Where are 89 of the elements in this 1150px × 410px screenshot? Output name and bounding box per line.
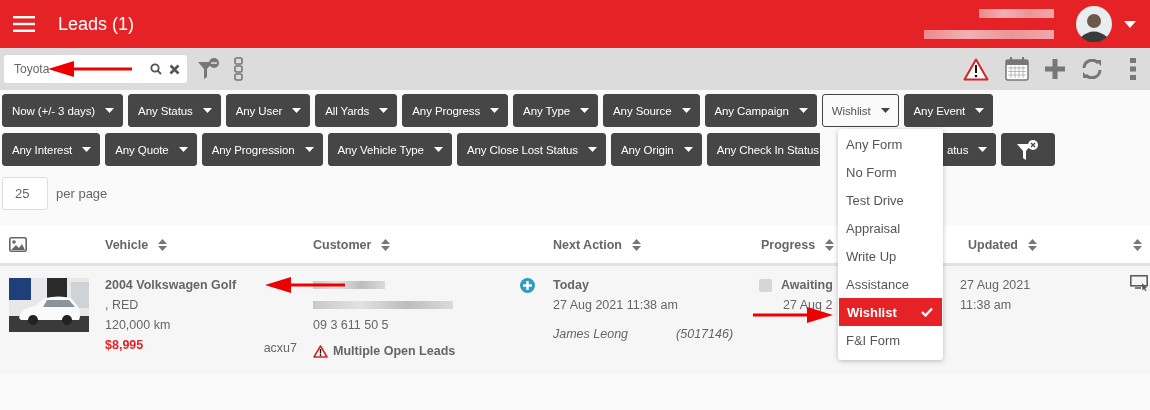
dropdown-option[interactable]: Test Drive	[838, 186, 943, 214]
page-size-label: per page	[56, 186, 108, 201]
caret-icon	[490, 108, 500, 113]
search-icon[interactable]	[150, 63, 162, 75]
column-header[interactable]: Vehicle	[105, 237, 168, 252]
caret-icon	[798, 108, 808, 113]
caret-icon	[433, 147, 443, 152]
column-header[interactable]: Next Action	[553, 237, 641, 252]
filter-dropdown[interactable]: Any Vehicle Type	[327, 133, 452, 166]
page-title: Leads (1)	[58, 13, 135, 35]
filter-dropdown[interactable]: Any Progression	[201, 133, 323, 166]
caret-icon	[202, 108, 212, 113]
column-header[interactable]: Updated	[968, 237, 1037, 252]
vehicle-color: , RED	[105, 297, 139, 314]
filter-dropdown[interactable]: Any Close Lost Status	[456, 133, 606, 166]
caret-icon	[681, 108, 691, 113]
checkbox[interactable]	[759, 278, 772, 292]
assigned-user: James Leong	[553, 326, 629, 343]
sort-icon	[632, 238, 641, 251]
customer-phone: 09 3 611 50 5	[313, 317, 389, 334]
monitor-icon[interactable]	[1130, 275, 1148, 291]
filter-dropdown[interactable]: All Yards	[315, 94, 398, 127]
filter-dropdown[interactable]: Any Interest	[2, 133, 101, 166]
filter-dropdown[interactable]: Any Status	[128, 94, 221, 127]
updated-time: 11:38 am	[960, 297, 1012, 314]
dropdown-option[interactable]: Appraisal	[838, 214, 943, 242]
add-icon[interactable]	[520, 278, 535, 293]
sort-icon	[381, 238, 391, 251]
caret-icon	[683, 147, 693, 152]
vehicle-price: $8,995	[105, 337, 144, 354]
sort-icon	[825, 238, 835, 251]
warning-icon[interactable]	[963, 57, 989, 81]
menu-icon[interactable]	[13, 16, 35, 32]
refresh-icon[interactable]	[1081, 59, 1103, 79]
filter-dropdown[interactable]: Any Event	[903, 94, 994, 127]
filter-dropdown[interactable]: Any Check In Status	[706, 133, 820, 166]
filter-dropdown[interactable]: Any Source	[603, 94, 700, 127]
image-icon	[9, 237, 27, 252]
avatar[interactable]	[1076, 6, 1112, 42]
dropdown-option[interactable]: F&I Form	[838, 326, 943, 354]
filter-clear-icon	[1016, 138, 1041, 161]
warning-text: Multiple Open Leads	[333, 343, 456, 360]
column-header[interactable]: Progress	[761, 237, 835, 252]
filter-dropdown[interactable]: Any User	[225, 94, 311, 127]
caret-icon	[292, 108, 302, 113]
caret-icon	[379, 108, 389, 113]
next-action-date: 27 Aug 2021 11:38 am	[553, 297, 678, 314]
more-options-icon[interactable]	[1130, 58, 1136, 80]
page-size-field[interactable]: 25	[2, 177, 48, 210]
grid-toggle-icon[interactable]	[234, 57, 244, 81]
caret-icon	[304, 147, 314, 152]
caret-icon	[580, 108, 590, 113]
updated-date: 27 Aug 2021	[960, 277, 1031, 294]
caret-icon	[587, 147, 597, 152]
caret-icon	[978, 147, 988, 152]
stock-code: acxu7	[263, 340, 297, 357]
clear-filters-button[interactable]	[1001, 133, 1056, 166]
redacted-customer-name	[313, 281, 385, 289]
filter-dropdown[interactable]: Wishlist	[821, 94, 899, 127]
caret-icon	[975, 108, 985, 113]
dropdown-option[interactable]: Assistance	[838, 270, 943, 298]
lead-reference: (5017146)	[676, 326, 734, 343]
caret-icon	[82, 147, 92, 152]
filter-dropdown[interactable]: Any Type	[513, 94, 599, 127]
caret-icon	[105, 108, 115, 113]
filter-dropdown[interactable]: Any Progress	[402, 94, 509, 127]
warning-icon	[313, 344, 328, 358]
search-field[interactable]: Toyota	[4, 55, 187, 83]
filter-dropdown[interactable]: Now (+/- 3 days)	[2, 94, 124, 127]
next-action-title: Today	[553, 277, 589, 294]
vehicle-title[interactable]: 2004 Volkswagen Golf	[105, 275, 237, 295]
caret-icon	[178, 147, 188, 152]
caret-icon	[880, 108, 890, 113]
sort-icon	[158, 238, 168, 251]
dropdown-option[interactable]: Wishlist	[839, 298, 942, 326]
caret-icon[interactable]	[1124, 20, 1136, 28]
sort-icon	[1028, 238, 1037, 251]
filter-dropdown[interactable]: Any Origin	[610, 133, 702, 166]
calendar-icon[interactable]	[1005, 57, 1029, 81]
check-icon	[921, 307, 933, 317]
close-icon[interactable]	[169, 63, 180, 75]
add-icon[interactable]	[1045, 59, 1065, 79]
progress-status: Awaiting	[781, 277, 833, 294]
column-header[interactable]: Customer	[313, 237, 391, 252]
filter-remove-icon[interactable]	[197, 57, 221, 81]
sort-icon[interactable]	[1133, 238, 1142, 251]
vehicle-mileage: 120,000 km	[105, 317, 171, 334]
filter-dropdown[interactable]: Any Campaign	[704, 94, 817, 127]
filter-dropdown[interactable]: Any Quote	[105, 133, 197, 166]
